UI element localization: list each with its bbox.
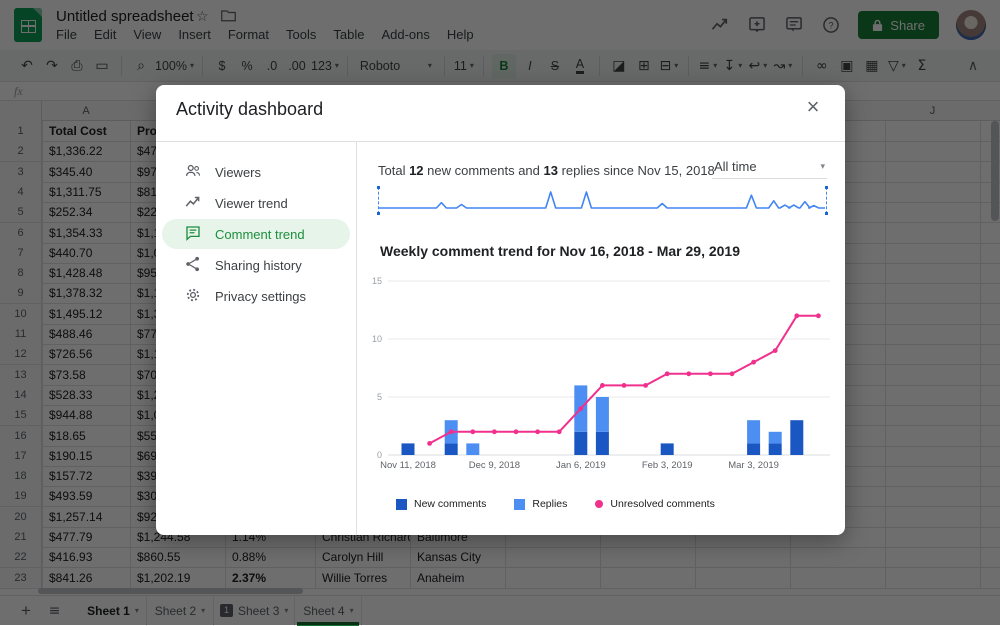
time-filter-dropdown[interactable]: All time ▾ bbox=[712, 155, 827, 179]
viewers-icon bbox=[184, 162, 202, 183]
modal-title: Activity dashboard bbox=[176, 99, 323, 120]
legend-label: Replies bbox=[532, 498, 567, 510]
svg-text:Dec 9, 2018: Dec 9, 2018 bbox=[469, 460, 520, 471]
sidebar-item-label: Privacy settings bbox=[215, 289, 306, 304]
legend-swatch bbox=[595, 500, 603, 508]
modal-sidebar-divider bbox=[356, 142, 357, 535]
weekly-comment-chart: 0 5 10 15 Nov 11, 2018 Dec 9, 2018 Jan 6, 2019… bbox=[372, 271, 832, 483]
sidebar-item-sharing-history[interactable]: Sharing history bbox=[162, 250, 350, 280]
summary-count: 13 bbox=[544, 163, 558, 178]
svg-text:10: 10 bbox=[372, 334, 382, 344]
sparkline-handle[interactable] bbox=[825, 212, 828, 215]
legend-swatch bbox=[514, 499, 525, 510]
sidebar-item-label: Comment trend bbox=[215, 227, 305, 242]
comment-summary-text: Total 12 new comments and 13 replies sin… bbox=[378, 163, 715, 178]
legend-item-new-comments: New comments bbox=[396, 498, 486, 510]
chart-legend: New comments Replies Unresolved comments bbox=[396, 498, 715, 510]
legend-item-unresolved-comments: Unresolved comments bbox=[595, 498, 714, 510]
summary-text-segment: replies since Nov 15, 2018 bbox=[558, 163, 715, 178]
summary-text-segment: Total bbox=[378, 163, 409, 178]
svg-text:0: 0 bbox=[377, 450, 382, 460]
legend-label: New comments bbox=[414, 498, 486, 510]
sidebar-item-viewers[interactable]: Viewers bbox=[162, 157, 350, 187]
svg-text:Nov 11, 2018: Nov 11, 2018 bbox=[380, 460, 436, 471]
chevron-down-icon: ▾ bbox=[820, 162, 825, 172]
sidebar-item-label: Viewers bbox=[215, 165, 261, 180]
svg-text:Mar 3, 2019: Mar 3, 2019 bbox=[728, 460, 779, 471]
close-icon[interactable]: × bbox=[799, 93, 827, 121]
sharing-history-icon bbox=[184, 255, 202, 276]
sparkline-handle[interactable] bbox=[825, 186, 828, 189]
svg-text:5: 5 bbox=[377, 392, 382, 402]
legend-item-replies: Replies bbox=[514, 498, 567, 510]
chart-title: Weekly comment trend for Nov 16, 2018 - … bbox=[380, 243, 740, 259]
legend-swatch bbox=[396, 499, 407, 510]
svg-text:15: 15 bbox=[372, 276, 382, 286]
sidebar-item-privacy-settings[interactable]: Privacy settings bbox=[162, 281, 350, 311]
activity-dashboard-modal: Activity dashboard × Viewers Viewer trend… bbox=[156, 85, 845, 535]
sidebar-item-viewer-trend[interactable]: Viewer trend bbox=[162, 188, 350, 218]
summary-text-segment: new comments and bbox=[424, 163, 544, 178]
comment-trend-icon bbox=[184, 224, 202, 245]
svg-text:Feb 3, 2019: Feb 3, 2019 bbox=[642, 460, 693, 471]
sidebar-item-comment-trend[interactable]: Comment trend bbox=[162, 219, 350, 249]
modal-header-divider bbox=[156, 141, 845, 142]
screen: Untitled spreadsheet ☆ FileEditViewInser… bbox=[0, 0, 1000, 625]
summary-count: 12 bbox=[409, 163, 423, 178]
legend-label: Unresolved comments bbox=[610, 498, 714, 510]
sidebar-item-label: Viewer trend bbox=[215, 196, 288, 211]
sidebar-item-label: Sharing history bbox=[215, 258, 302, 273]
privacy-settings-icon bbox=[184, 286, 202, 307]
comment-sparkline bbox=[378, 187, 827, 214]
time-filter-value: All time bbox=[714, 159, 757, 174]
viewer-trend-icon bbox=[184, 193, 202, 214]
svg-text:Jan 6, 2019: Jan 6, 2019 bbox=[556, 460, 606, 471]
